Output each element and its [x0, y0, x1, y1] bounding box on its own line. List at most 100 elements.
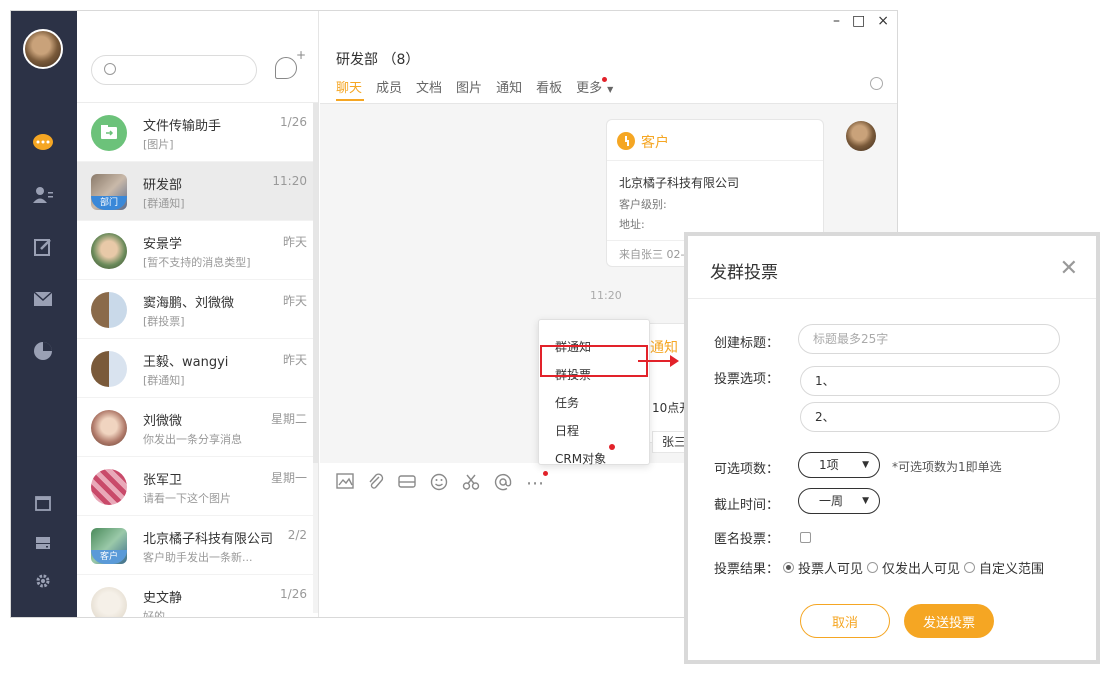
conversation-item[interactable]: 安景学 昨天 [暂不支持的消息类型] [77, 221, 313, 280]
result-option-sender: 仅发出人可见 [882, 562, 961, 577]
tab-documents[interactable]: 文档 [416, 77, 442, 96]
conversation-item[interactable]: 文件传输助手 1/26 [图片] [77, 103, 313, 162]
conversation-preview: [暂不支持的消息类型] [143, 256, 251, 269]
dialog-title: 发群投票 [710, 263, 778, 283]
tab-more[interactable]: 更多 ▼ [576, 77, 613, 96]
image-icon[interactable] [336, 473, 354, 496]
conversation-preview: 客户助手发出一条新... [143, 551, 253, 564]
more-icon[interactable]: ⋯ [526, 471, 548, 496]
mail-nav-icon[interactable] [29, 285, 57, 313]
conversation-item[interactable]: 王毅、wangyi 昨天 [群通知] [77, 339, 313, 398]
plus-context-menu: 群通知 群投票 任务 日程 CRM对象 [538, 319, 650, 467]
conversation-name: 北京橘子科技有限公司 [143, 532, 274, 547]
storage-nav-icon[interactable] [29, 529, 57, 557]
count-select[interactable]: 1项 ▼ [798, 452, 880, 478]
conversation-time: 星期二 [270, 412, 307, 426]
conversation-item[interactable]: 客户 北京橘子科技有限公司 2/2 客户助手发出一条新... [77, 516, 313, 575]
conversation-item[interactable]: 部门 研发部 11:20 [群通知] [77, 162, 313, 221]
avatar [91, 351, 127, 387]
chat-nav-icon[interactable] [29, 129, 57, 157]
folder-transfer-icon [91, 115, 127, 151]
conversation-preview: 请看一下这个图片 [143, 492, 231, 505]
chevron-down-icon: ▼ [862, 496, 869, 506]
chat-title: 研发部 （8） [336, 52, 420, 68]
edit-nav-icon[interactable] [29, 233, 57, 261]
callout-arrow-head [670, 355, 679, 367]
menu-highlight-box [540, 345, 648, 377]
conversation-time: 2/2 [287, 528, 307, 542]
maximize-button[interactable]: □ [852, 13, 865, 29]
conversation-preview: [图片] [143, 138, 174, 151]
vote-title-input[interactable]: 标题最多25字 [798, 324, 1060, 354]
close-icon[interactable]: ✕ [1060, 256, 1078, 281]
send-vote-button[interactable]: 发送投票 [904, 604, 994, 638]
avatar [91, 410, 127, 446]
chat-toolbar: ⋯ [336, 471, 548, 496]
notice-title: 通知 [650, 340, 678, 356]
menu-item-schedule[interactable]: 日程 [555, 422, 579, 439]
title-label: 创建标题： [714, 336, 780, 351]
result-option-voters: 投票人可见 [798, 562, 864, 577]
conversation-time: 昨天 [282, 235, 307, 249]
options-label: 投票选项： [714, 372, 780, 387]
menu-item-task[interactable]: 任务 [555, 394, 579, 411]
conversation-name: 安景学 [143, 237, 183, 252]
emoji-icon[interactable] [430, 473, 448, 496]
count-label: 可选项数： [714, 462, 780, 477]
conversation-preview: [群通知] [143, 197, 185, 210]
chat-tabs: 聊天 成员 文档 图片 通知 看板 更多 ▼ [336, 77, 613, 96]
conversation-name: 窦海鹏、刘微微 [143, 296, 235, 311]
conversation-header [77, 11, 318, 103]
tab-images[interactable]: 图片 [456, 77, 482, 96]
avatar [91, 233, 127, 269]
result-radio-voters[interactable] [783, 562, 795, 573]
close-window-button[interactable]: × [877, 13, 889, 29]
result-radio-custom[interactable] [964, 562, 976, 573]
chat-search-icon[interactable] [870, 77, 883, 90]
conversation-time: 星期一 [270, 471, 307, 485]
mention-icon[interactable] [494, 473, 512, 496]
count-hint: *可选项数为1即单选 [892, 460, 1002, 474]
scissors-icon[interactable] [462, 473, 480, 496]
vote-option-1-input[interactable]: 1、 [800, 366, 1060, 396]
calendar-nav-icon[interactable] [29, 489, 57, 517]
anonymous-checkbox[interactable] [800, 532, 811, 543]
avatar [91, 587, 127, 617]
tab-members[interactable]: 成员 [376, 77, 402, 96]
result-radio-sender[interactable] [867, 562, 879, 573]
attachment-icon[interactable] [368, 473, 384, 496]
tab-more-label: 更多 [576, 81, 603, 96]
tab-notices[interactable]: 通知 [496, 77, 522, 96]
conversation-item[interactable]: 史文静 1/26 好的 [77, 575, 313, 617]
minimize-button[interactable]: – [833, 13, 840, 29]
deadline-label: 截止时间： [714, 498, 780, 513]
conversation-preview: [群投票] [143, 315, 185, 328]
result-option-custom: 自定义范围 [979, 562, 1045, 577]
new-dot-icon [609, 444, 615, 450]
tab-chat[interactable]: 聊天 [336, 77, 362, 96]
avatar [91, 292, 127, 328]
conversation-item[interactable]: 刘微微 星期二 你发出一条分享消息 [77, 398, 313, 457]
conversation-name: 史文静 [143, 591, 183, 606]
window-controls: – □ × [833, 13, 889, 29]
deadline-select[interactable]: 一周 ▼ [798, 488, 880, 514]
folder-icon[interactable] [398, 473, 416, 496]
conversation-item[interactable]: 张军卫 星期一 请看一下这个图片 [77, 457, 313, 516]
count-select-value: 1项 [819, 458, 839, 472]
conversation-time: 1/26 [280, 115, 307, 129]
contacts-nav-icon[interactable] [29, 181, 57, 209]
menu-item-crm[interactable]: CRM对象 [555, 450, 606, 467]
search-icon [104, 63, 116, 75]
conversation-scroll-thumb[interactable] [313, 103, 318, 463]
tab-board[interactable]: 看板 [536, 77, 562, 96]
new-chat-icon[interactable] [275, 48, 306, 79]
stats-nav-icon[interactable] [29, 337, 57, 365]
vote-option-2-input[interactable]: 2、 [800, 402, 1060, 432]
search-input[interactable] [91, 55, 257, 85]
cancel-button[interactable]: 取消 [800, 604, 890, 638]
user-avatar[interactable] [23, 29, 63, 69]
conversation-item[interactable]: 窦海鹏、刘微微 昨天 [群投票] [77, 280, 313, 339]
settings-gear-icon[interactable] [29, 567, 57, 595]
conversation-time: 昨天 [282, 294, 307, 308]
conversation-list: 文件传输助手 1/26 [图片] 部门 研发部 11:20 [群通知] 安景学 … [77, 103, 313, 617]
